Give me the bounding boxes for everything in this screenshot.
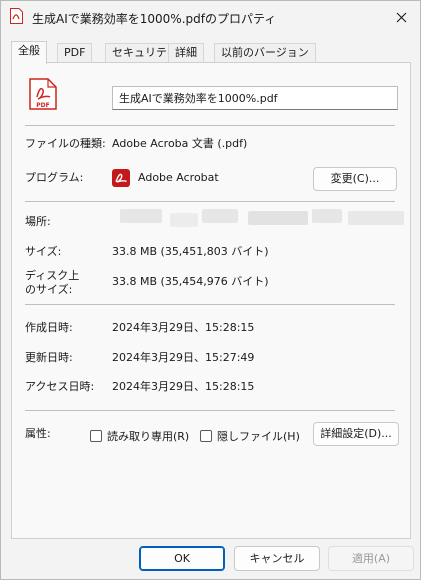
advanced-settings-button[interactable]: 詳細設定(D)...: [313, 422, 399, 446]
file-name-input[interactable]: [112, 86, 398, 110]
checkbox-box[interactable]: [90, 430, 102, 442]
cancel-button[interactable]: キャンセル: [234, 546, 320, 571]
title-bar: 生成AIで業務効率を1000%.pdfのプロパティ: [1, 1, 420, 33]
close-button[interactable]: [388, 5, 414, 29]
created-value: 2024年3月29日、15:28:15: [112, 321, 255, 334]
tab-general[interactable]: 全般: [11, 41, 47, 64]
pdf-document-icon: PDF: [29, 78, 57, 110]
general-tab-panel: PDF ファイルの種類: Adobe Acroba 文書 (.pdf) プログラ…: [11, 62, 411, 539]
apply-button[interactable]: 適用(A): [328, 546, 414, 571]
divider: [25, 410, 395, 411]
created-label: 作成日時:: [25, 321, 73, 334]
tab-previous-versions[interactable]: 以前のバージョン: [214, 43, 316, 63]
close-icon: [396, 12, 406, 22]
readonly-checkbox-label: 読み取り専用(R): [107, 430, 190, 443]
attributes-label: 属性:: [25, 427, 51, 440]
disk-size-label-line2: のサイズ:: [25, 283, 73, 296]
tab-strip: 全般 PDF セキュリティ 詳細 以前のバージョン: [11, 41, 411, 64]
window-title: 生成AIで業務効率を1000%.pdfのプロパティ: [32, 12, 277, 26]
disk-size-value: 33.8 MB (35,454,976 バイト): [112, 275, 269, 288]
checkbox-box[interactable]: [200, 430, 212, 442]
file-type-label: ファイルの種類:: [25, 137, 106, 150]
svg-text:PDF: PDF: [36, 102, 49, 109]
pdf-file-icon: [10, 8, 23, 24]
accessed-label: アクセス日時:: [25, 380, 95, 393]
program-label: プログラム:: [25, 171, 84, 184]
ok-button[interactable]: OK: [139, 546, 225, 571]
hidden-checkbox[interactable]: 隠しファイル(H): [200, 429, 300, 443]
divider: [25, 125, 395, 126]
accessed-value: 2024年3月29日、15:28:15: [112, 380, 255, 393]
divider: [25, 304, 395, 305]
divider: [25, 201, 395, 202]
modified-value: 2024年3月29日、15:27:49: [112, 351, 255, 364]
file-type-value: Adobe Acroba 文書 (.pdf): [112, 137, 248, 150]
properties-dialog: 生成AIで業務効率を1000%.pdfのプロパティ 全般 PDF セキュリティ …: [0, 0, 421, 580]
tab-pdf[interactable]: PDF: [57, 43, 93, 63]
change-program-button[interactable]: 変更(C)...: [313, 167, 397, 191]
tab-details[interactable]: 詳細: [168, 43, 204, 63]
hidden-checkbox-label: 隠しファイル(H): [217, 430, 300, 443]
location-label: 場所:: [25, 215, 51, 228]
modified-label: 更新日時:: [25, 351, 73, 364]
size-value: 33.8 MB (35,451,803 バイト): [112, 245, 269, 258]
size-label: サイズ:: [25, 245, 62, 258]
program-value: Adobe Acrobat: [138, 171, 219, 184]
disk-size-label-line1: ディスク上: [25, 269, 80, 282]
acrobat-icon: [112, 169, 130, 187]
readonly-checkbox[interactable]: 読み取り専用(R): [90, 429, 189, 443]
